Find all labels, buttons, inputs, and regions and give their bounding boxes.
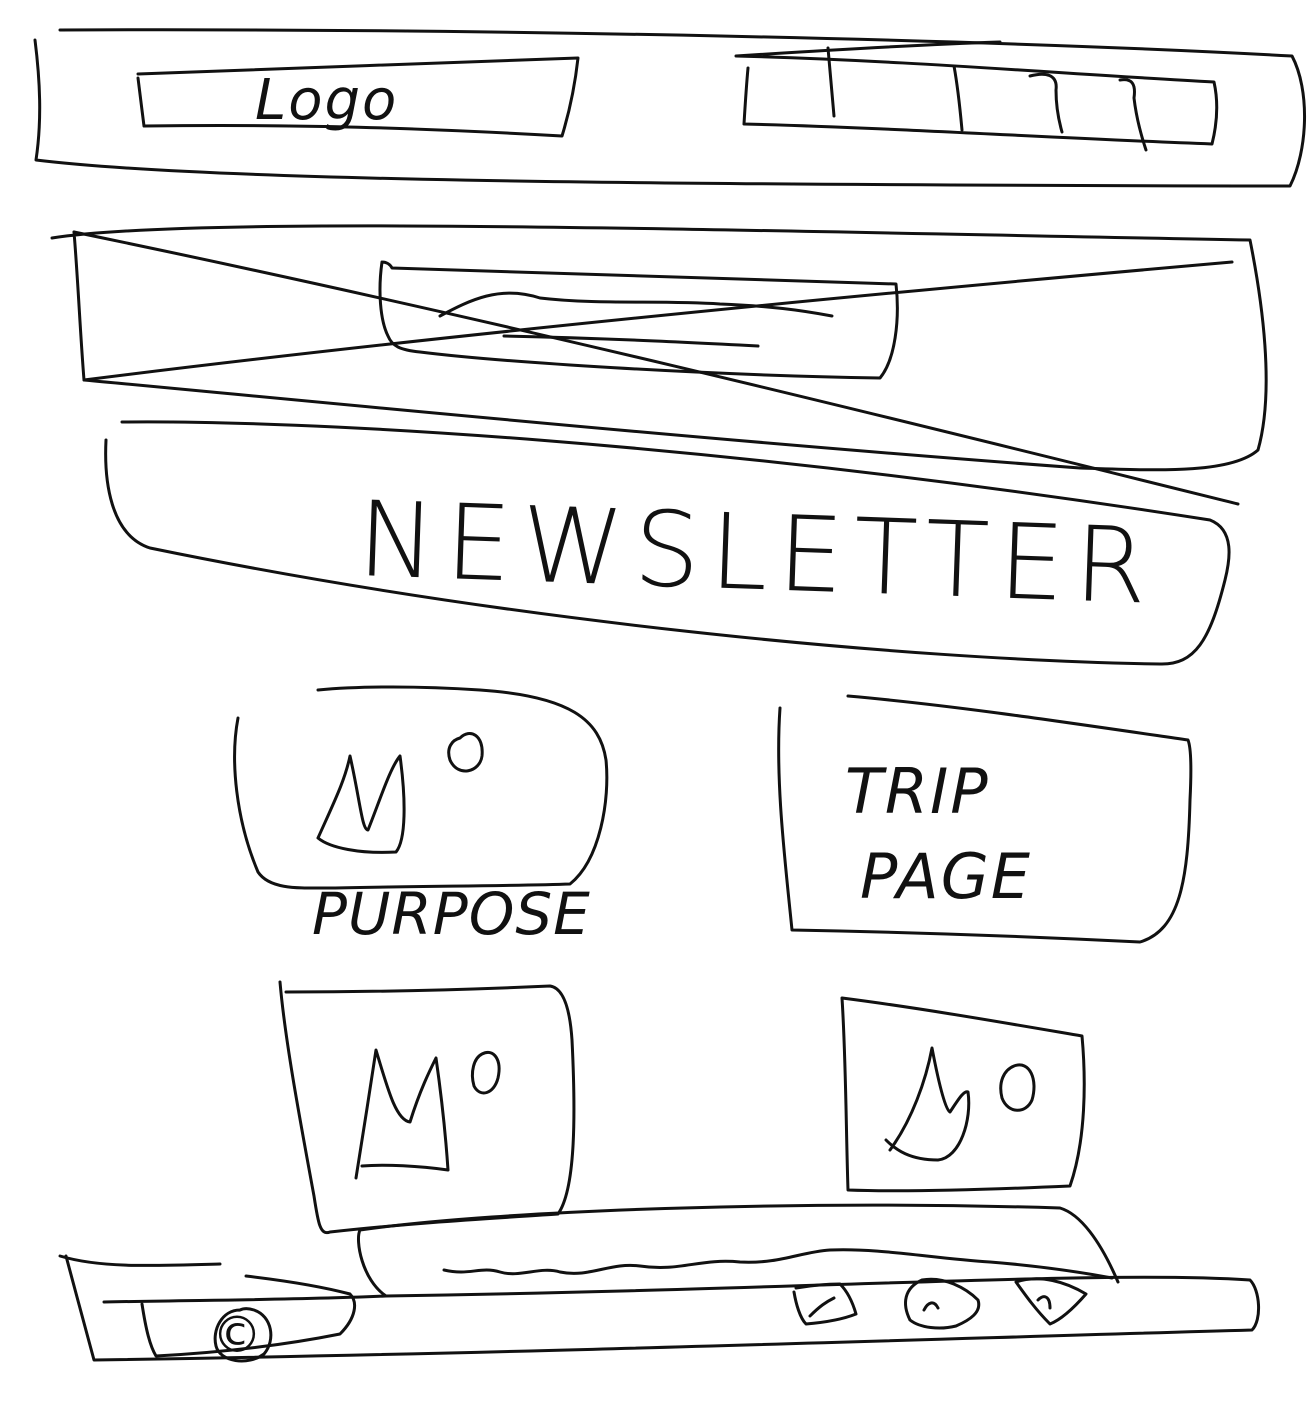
tile-2-title: TRIP xyxy=(845,755,990,828)
logo-label: Logo xyxy=(255,68,399,133)
hero-placeholder-cross-1 xyxy=(72,230,1240,506)
copyright-label: © xyxy=(212,1306,264,1364)
header-bar xyxy=(33,28,1306,188)
footer-divider-squiggle xyxy=(442,1248,1114,1280)
mountain-sun-icon xyxy=(354,1048,501,1180)
hero-caption-box xyxy=(378,260,899,380)
mountain-sun-icon xyxy=(884,1046,1036,1162)
nav-item-3[interactable] xyxy=(1028,72,1064,134)
social-icon-2[interactable] xyxy=(904,1277,981,1330)
tile-4-image[interactable] xyxy=(840,996,1086,1193)
nav-menu[interactable] xyxy=(734,40,1219,152)
tile-1-image[interactable] xyxy=(233,685,609,890)
social-icon-3[interactable] xyxy=(1014,1277,1088,1326)
tile-3-image[interactable] xyxy=(278,980,576,1235)
hero-caption-line-2 xyxy=(502,334,760,348)
social-icon-1[interactable] xyxy=(792,1282,858,1326)
tile-2-subtitle: PAGE xyxy=(860,840,1032,913)
wireframe-sketch xyxy=(33,28,1306,1363)
mountain-sun-icon xyxy=(316,732,484,854)
nav-item-2[interactable] xyxy=(952,64,964,132)
hero-banner xyxy=(50,224,1268,506)
tile-1-caption: PURPOSE xyxy=(312,880,591,948)
